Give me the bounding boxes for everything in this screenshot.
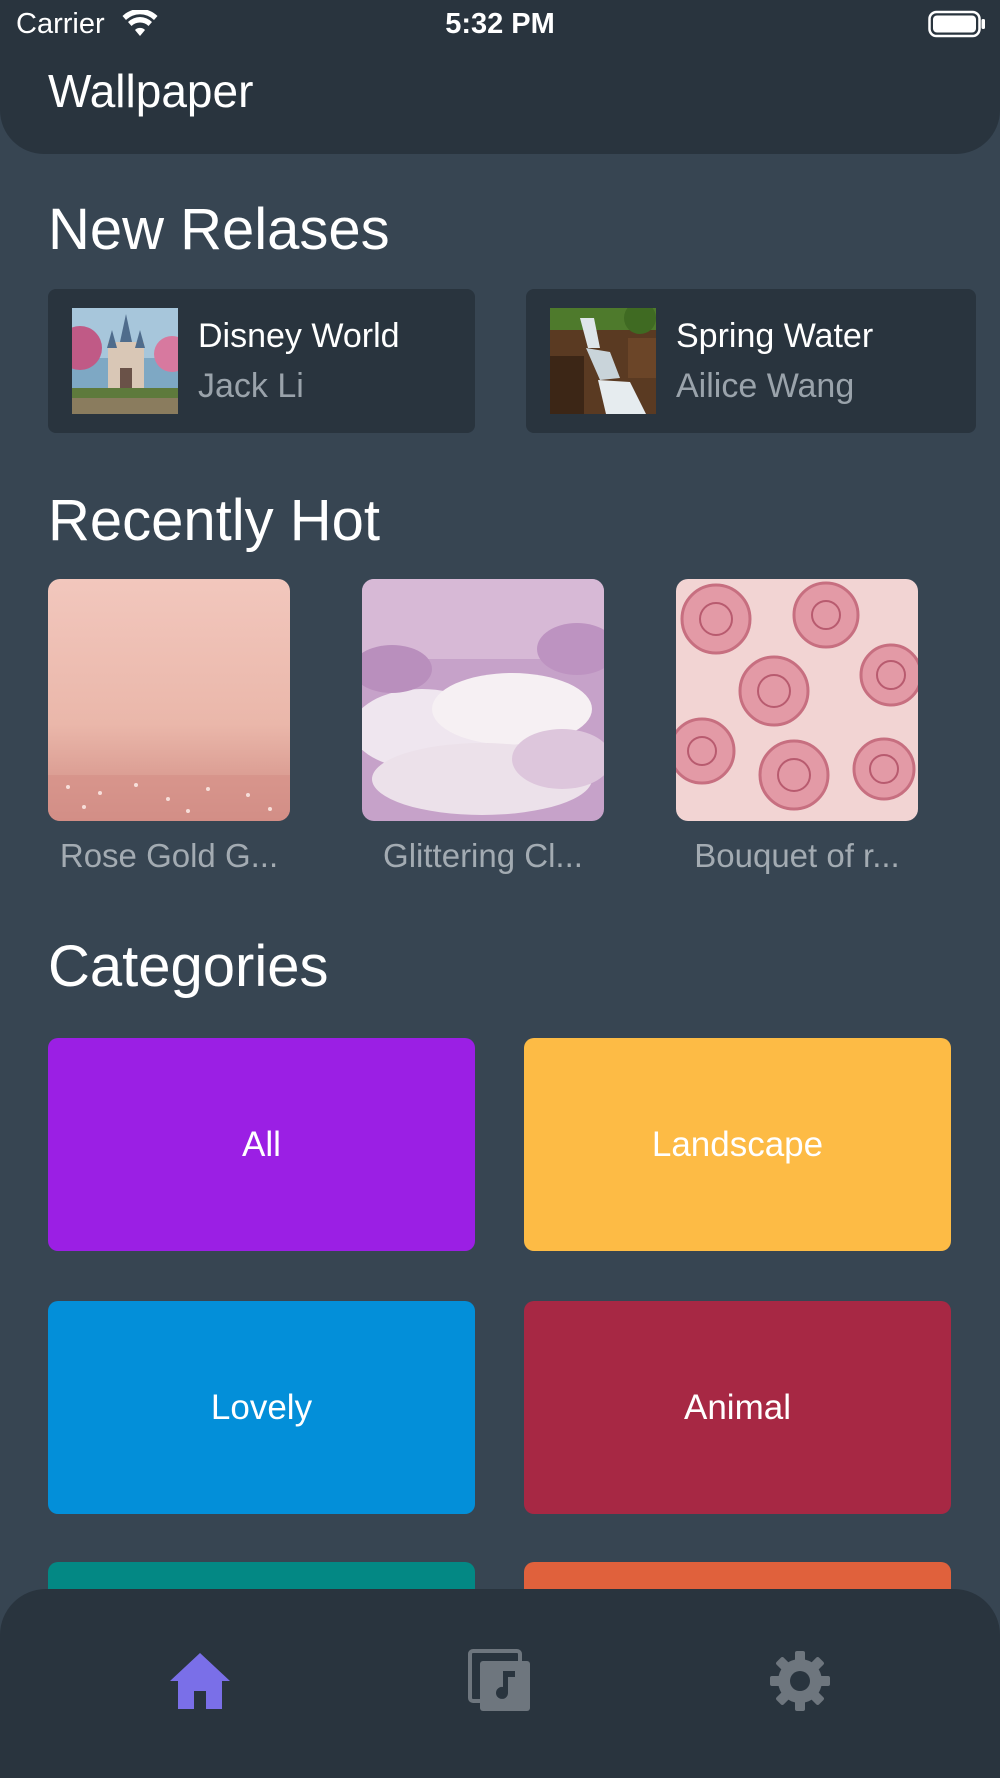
music-library-icon[interactable] — [468, 1649, 532, 1713]
clouds-image — [362, 579, 604, 821]
hot-caption: Rose Gold G... — [59, 837, 279, 874]
release-name: Spring Water — [676, 317, 874, 355]
new-releases-heading: New Relases — [48, 197, 390, 262]
hot-tile-glittering-clouds[interactable]: Glittering Cl... — [362, 579, 604, 875]
recently-hot-heading: Recently Hot — [48, 488, 381, 553]
release-thumbnail — [72, 308, 178, 414]
category-animal[interactable]: Animal — [524, 1301, 951, 1514]
clock-label: 5:32 PM — [445, 8, 555, 40]
categories-heading: Categories — [48, 934, 329, 999]
waterfall-image — [550, 308, 656, 414]
battery-icon — [928, 10, 985, 38]
screen: Carrier 5:32 PM Wallpaper New Relases Di… — [0, 0, 1000, 1778]
release-thumbnail — [550, 308, 656, 414]
category-lovely[interactable]: Lovely — [48, 1301, 475, 1514]
home-icon[interactable] — [168, 1649, 232, 1713]
release-card-spring-water[interactable]: Spring Water Ailice Wang — [526, 289, 976, 433]
gear-icon[interactable] — [768, 1649, 832, 1713]
app-bar: Carrier 5:32 PM Wallpaper — [0, 0, 1000, 154]
hot-caption: Glittering Cl... — [383, 837, 583, 874]
hot-caption: Bouquet of r... — [694, 837, 900, 874]
hot-image — [48, 579, 290, 821]
release-name: Disney World — [198, 317, 400, 355]
hot-image — [362, 579, 604, 821]
hot-tile-bouquet[interactable]: Bouquet of r... — [676, 579, 918, 875]
release-author: Ailice Wang — [676, 367, 855, 405]
release-card-disney-world[interactable]: Disney World Jack Li — [48, 289, 475, 433]
bottom-nav — [0, 1589, 1000, 1778]
category-all[interactable]: All — [48, 1038, 475, 1251]
category-landscape[interactable]: Landscape — [524, 1038, 951, 1251]
castle-image — [72, 308, 178, 414]
release-author: Jack Li — [198, 367, 304, 405]
roses-image — [676, 579, 918, 821]
app-title: Wallpaper — [48, 65, 254, 117]
rose-gold-glitter-image — [48, 579, 290, 821]
hot-image — [676, 579, 918, 821]
hot-tile-rose-gold[interactable]: Rose Gold G... — [48, 579, 290, 875]
